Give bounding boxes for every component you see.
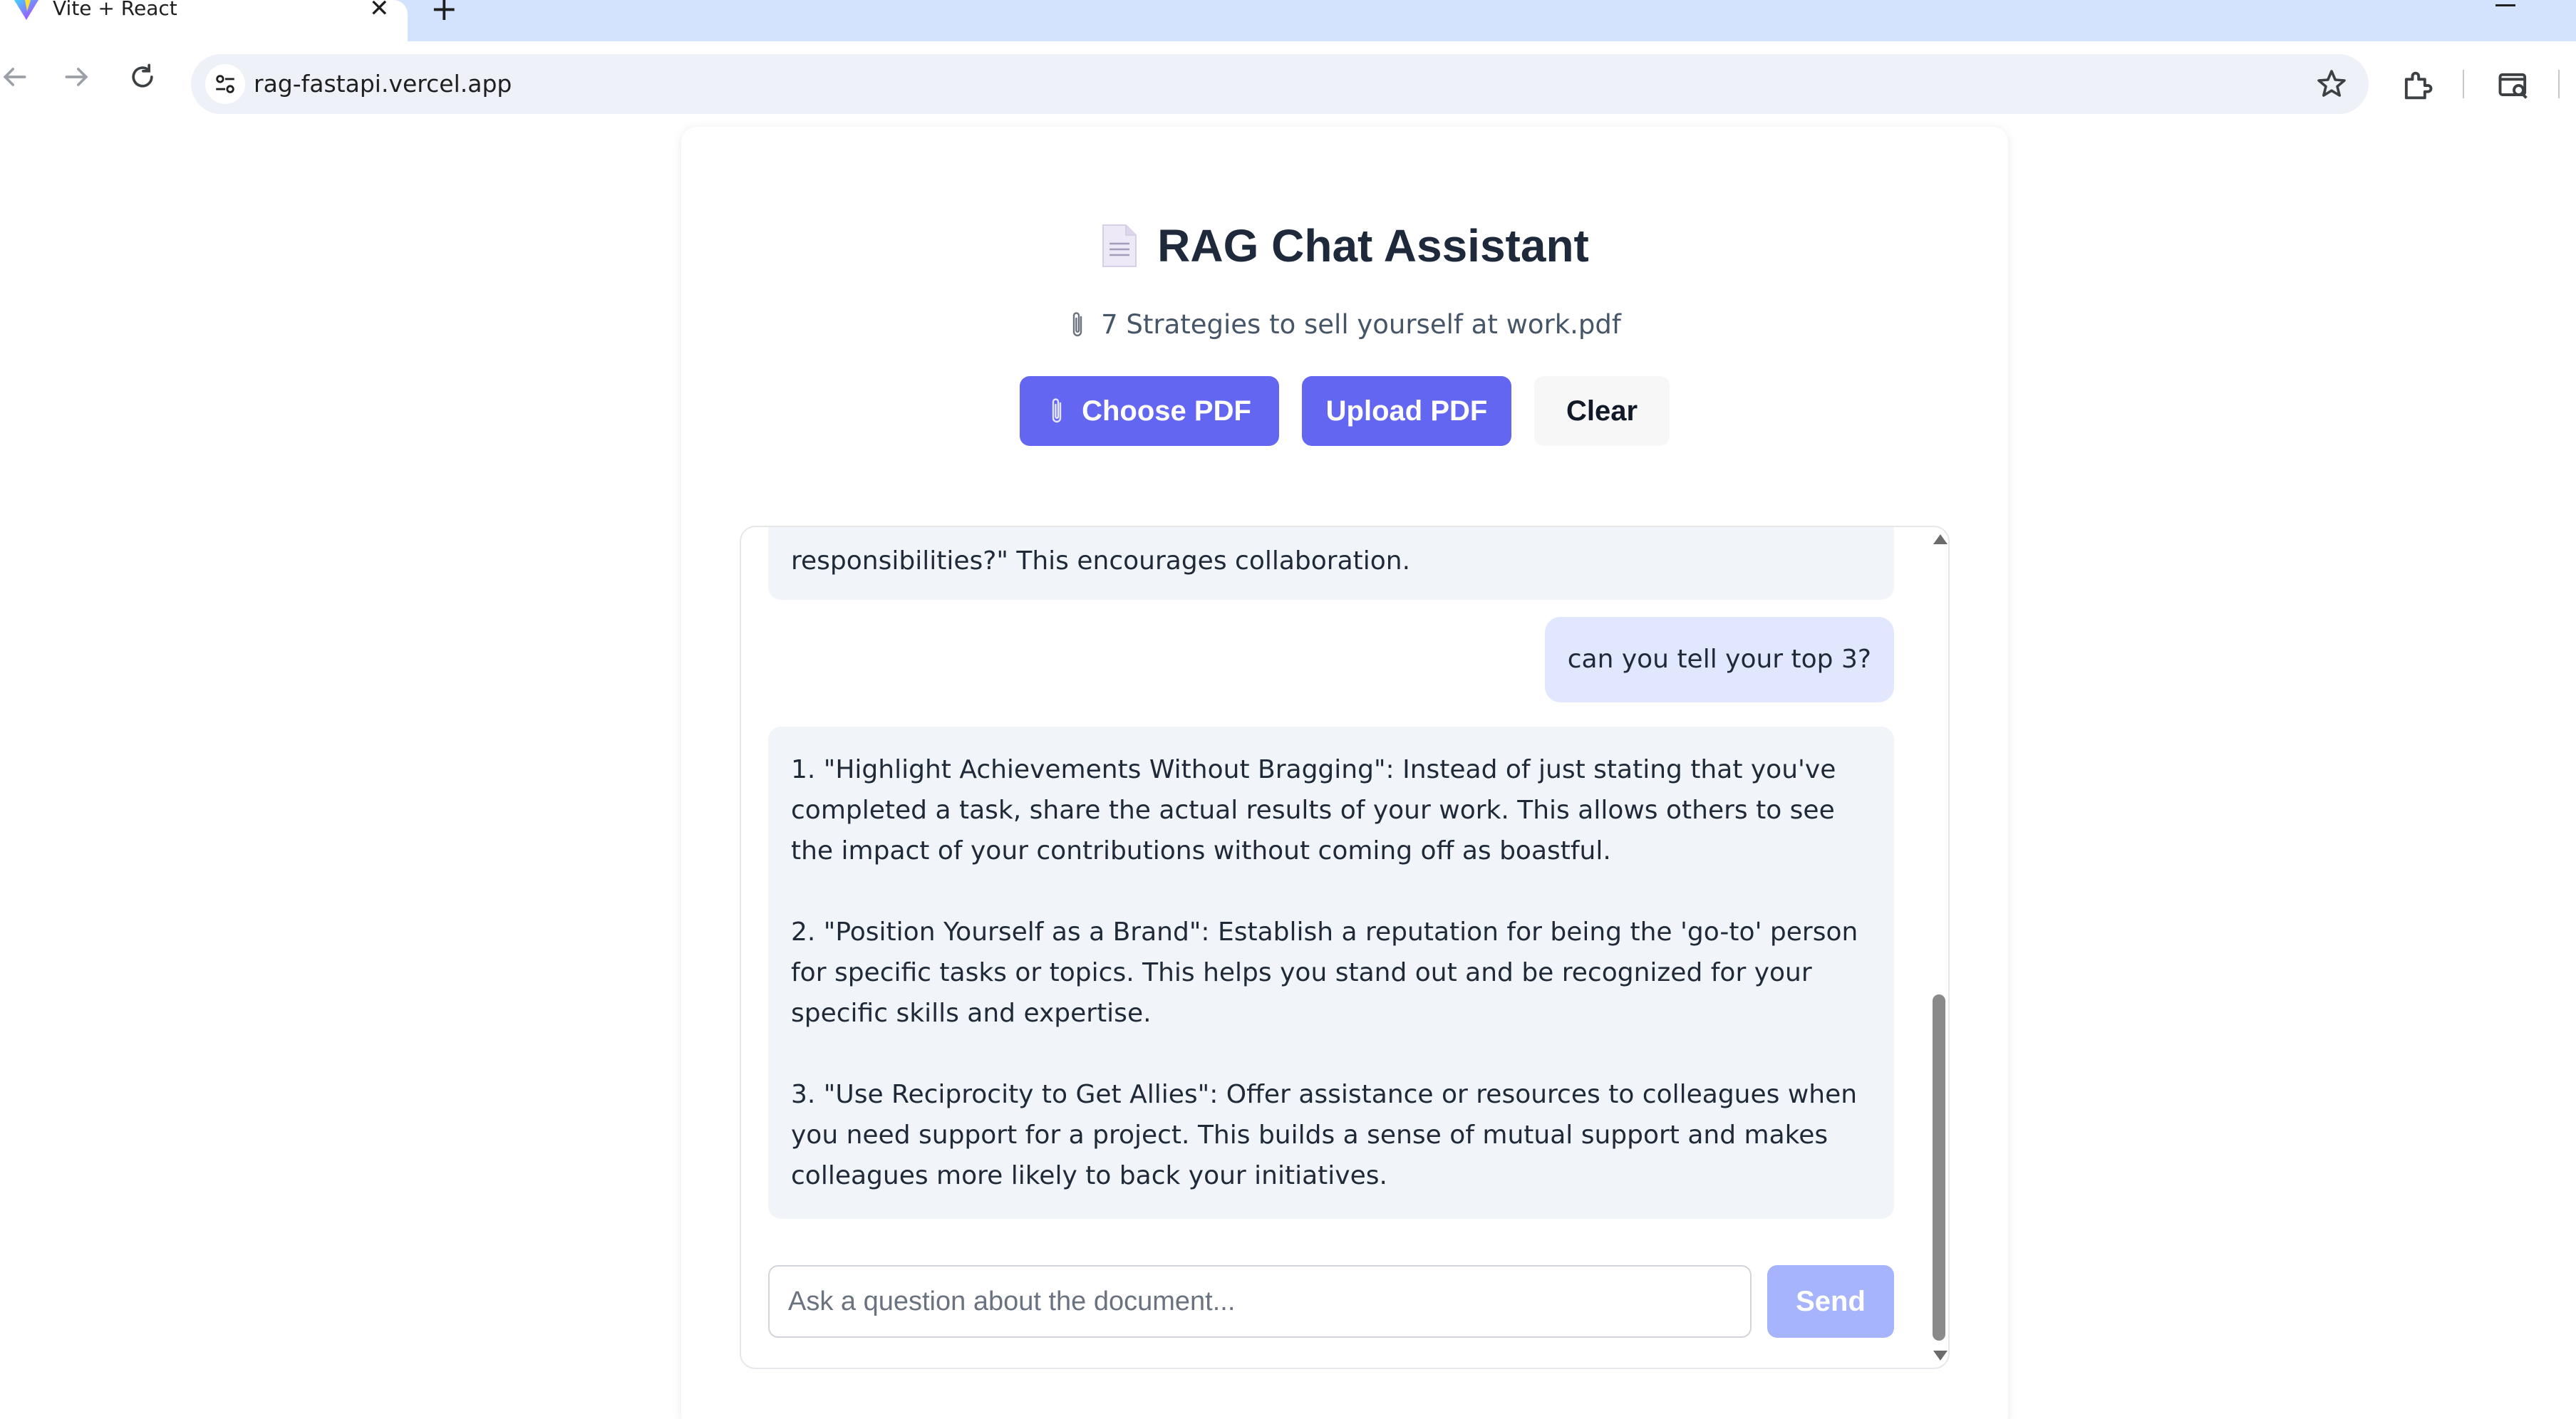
message-text: responsibilities?" This encourages colla…: [791, 546, 1411, 576]
tab-close-icon[interactable]: ✕: [369, 0, 390, 21]
message-paragraph: 3. "Use Reciprocity to Get Allies": Offe…: [791, 1080, 1858, 1190]
message-paragraph: 1. "Highlight Achievements Without Bragg…: [791, 755, 1836, 866]
page-title: RAG Chat Assistant: [1157, 220, 1589, 271]
window-minimize-icon[interactable]: [2495, 4, 2515, 6]
new-tab-icon[interactable]: +: [430, 0, 458, 25]
composer: Send: [768, 1265, 1894, 1338]
scrollbar-thumb[interactable]: [1933, 994, 1945, 1341]
send-button[interactable]: Send: [1767, 1265, 1894, 1338]
site-settings-icon[interactable]: [205, 64, 245, 104]
header: RAG Chat Assistant: [681, 219, 2008, 272]
toolbar-divider: [2463, 70, 2464, 98]
scroll-down-arrow-icon[interactable]: [1933, 1351, 1947, 1361]
pdf-actions: Choose PDF Upload PDF Clear: [681, 376, 2008, 446]
user-message: can you tell your top 3?: [1544, 617, 1894, 702]
toolbar-divider: [2558, 70, 2560, 98]
assistant-message: responsibilities?" This encourages colla…: [768, 527, 1894, 600]
chat-panel: responsibilities?" This encourages colla…: [740, 526, 1950, 1369]
scroll-up-arrow-icon[interactable]: [1933, 534, 1947, 544]
paperclip-icon: [1072, 311, 1082, 336]
browser-tab-strip: Vite + React ✕ +: [0, 0, 2576, 41]
chat-scrollbar[interactable]: [1930, 527, 1948, 1368]
reload-icon[interactable]: [124, 58, 161, 95]
assistant-message: 1. "Highlight Achievements Without Bragg…: [768, 727, 1894, 1219]
app-card: RAG Chat Assistant 7 Strategies to sell …: [681, 127, 2008, 1419]
choose-pdf-label: Choose PDF: [1082, 395, 1251, 427]
clear-button[interactable]: Clear: [1534, 376, 1670, 446]
paperclip-icon: [1052, 398, 1062, 423]
browser-tab[interactable]: Vite + React ✕: [0, 0, 408, 41]
browser-toolbar: rag-fastapi.vercel.app: [0, 41, 2576, 124]
tab-search-icon[interactable]: [2495, 67, 2533, 104]
url-text[interactable]: rag-fastapi.vercel.app: [254, 54, 512, 114]
upload-pdf-button[interactable]: Upload PDF: [1302, 376, 1511, 446]
document-icon: [1102, 224, 1137, 267]
forward-arrow-icon[interactable]: [58, 58, 95, 95]
address-bar[interactable]: rag-fastapi.vercel.app: [191, 54, 2369, 114]
vite-logo-icon: [14, 0, 38, 20]
message-paragraph: 2. "Position Yourself as a Brand": Estab…: [791, 918, 1858, 1028]
message-list[interactable]: responsibilities?" This encourages colla…: [741, 527, 1933, 1239]
extensions-icon[interactable]: [2399, 67, 2436, 104]
selected-file-info: 7 Strategies to sell yourself at work.pd…: [681, 309, 2008, 340]
bookmark-star-icon[interactable]: [2314, 67, 2349, 101]
question-input[interactable]: [768, 1265, 1752, 1338]
file-name: 7 Strategies to sell yourself at work.pd…: [1101, 309, 1621, 340]
back-arrow-icon[interactable]: [0, 58, 33, 95]
tab-title: Vite + React: [53, 0, 177, 20]
page-viewport: RAG Chat Assistant 7 Strategies to sell …: [0, 124, 2576, 1419]
choose-pdf-button[interactable]: Choose PDF: [1020, 376, 1279, 446]
